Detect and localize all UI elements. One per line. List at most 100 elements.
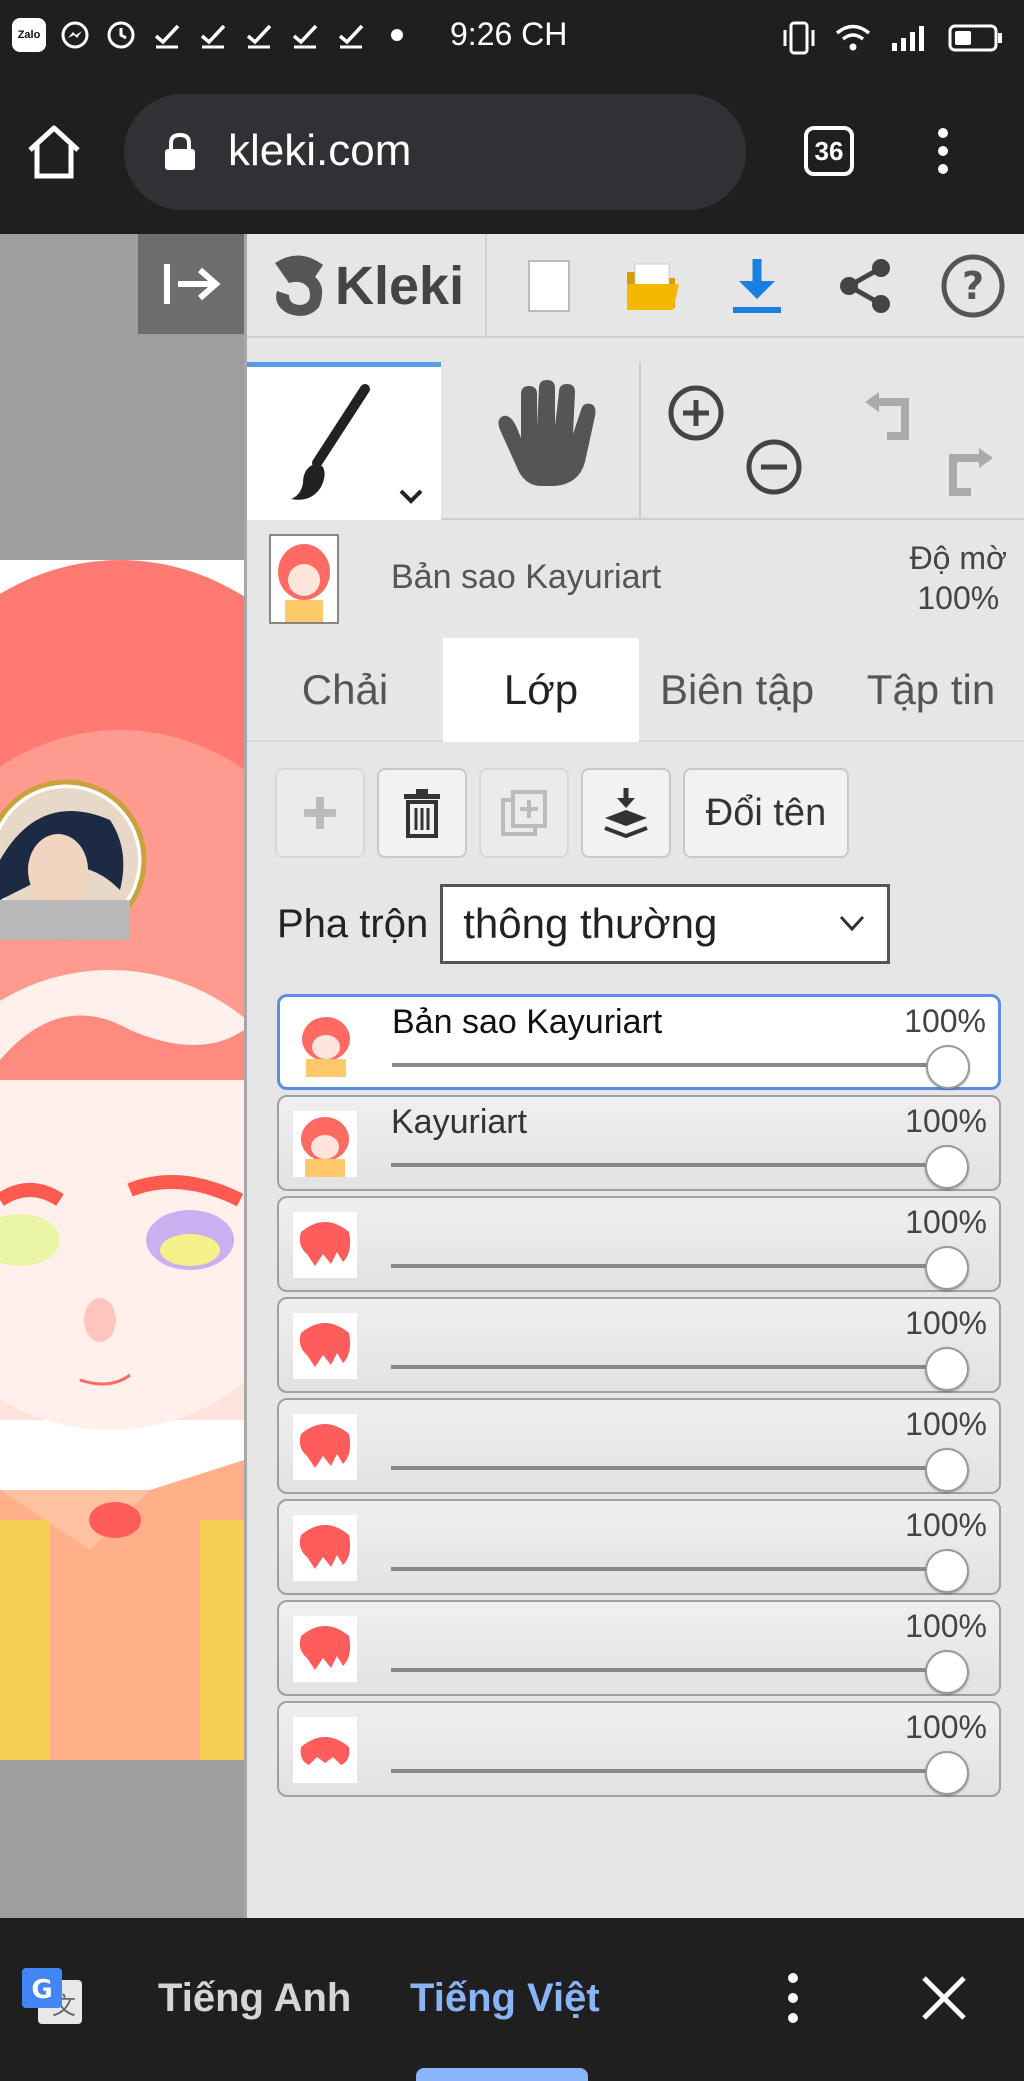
layer-thumbnail xyxy=(293,1313,357,1379)
layer-opacity: 100% xyxy=(905,1507,987,1543)
layer-opacity-slider[interactable] xyxy=(925,1650,969,1694)
current-layer-header: Bản sao Kayuriart Độ mờ 100% xyxy=(247,524,1024,634)
layer-opacity: 100% xyxy=(905,1103,987,1139)
tab-brush[interactable]: Chải xyxy=(247,638,443,742)
share-icon[interactable] xyxy=(827,248,903,324)
address-bar[interactable]: kleki.com xyxy=(124,94,746,210)
layer-name: Kayuriart xyxy=(391,1103,528,1141)
layer-thumbnail xyxy=(293,1515,357,1581)
delete-layer-button[interactable] xyxy=(377,768,467,858)
hand-icon xyxy=(498,380,596,486)
blend-mode-select[interactable]: thông thường xyxy=(440,884,891,964)
toolbar-divider xyxy=(485,234,487,338)
source-language-option[interactable]: Tiếng Anh xyxy=(158,1976,351,2021)
opacity-value: 100% xyxy=(917,580,1000,616)
translate-menu-icon[interactable] xyxy=(776,1970,810,2026)
app-toolbar: Kleki ? xyxy=(247,234,1024,338)
download-icon[interactable] xyxy=(719,248,795,324)
layer-name: Bản sao Kayuriart xyxy=(392,1003,663,1041)
layer-opacity-track xyxy=(391,1264,951,1268)
layer-opacity: 100% xyxy=(905,1608,987,1644)
home-icon[interactable] xyxy=(22,120,86,184)
rename-layer-button[interactable]: Đổi tên xyxy=(683,768,849,858)
current-layer-thumbnail xyxy=(269,534,339,624)
duplicate-layer-button[interactable] xyxy=(479,768,569,858)
layer-opacity: 100% xyxy=(905,1204,987,1240)
layer-opacity-track xyxy=(391,1365,951,1369)
kleki-logo-icon xyxy=(275,255,323,316)
dot-icon xyxy=(380,18,414,52)
add-layer-button[interactable] xyxy=(275,768,365,858)
layer-thumbnail xyxy=(293,1111,357,1177)
brush-icon xyxy=(291,384,423,504)
home-indicator xyxy=(416,2068,588,2081)
signal-icon xyxy=(890,23,930,58)
brush-tool-button[interactable] xyxy=(247,362,441,520)
redo-icon[interactable] xyxy=(939,442,999,503)
kleki-logo[interactable]: Kleki xyxy=(269,250,464,322)
zoom-in-icon[interactable] xyxy=(667,384,725,447)
tab-edit[interactable]: Biên tập xyxy=(639,638,835,742)
layer-opacity-slider[interactable] xyxy=(925,1145,969,1189)
vibrate-icon xyxy=(782,20,816,61)
layer-opacity-track xyxy=(391,1567,951,1571)
layer-item[interactable]: 100% xyxy=(277,1701,1001,1797)
layer-opacity-slider[interactable] xyxy=(925,1246,969,1290)
check-icon xyxy=(288,18,322,52)
url-text: kleki.com xyxy=(228,126,412,175)
clock-icon xyxy=(104,18,138,52)
layer-opacity: 100% xyxy=(904,1003,986,1039)
layer-opacity: 100% xyxy=(905,1406,987,1442)
translate-bar: 文G Tiếng Anh Tiếng Việt xyxy=(0,1918,1024,2081)
check-icon xyxy=(196,18,230,52)
layer-item[interactable]: Kayuriart 100% xyxy=(277,1095,1001,1191)
collapse-panel-button[interactable] xyxy=(138,234,244,334)
zoom-undo-group xyxy=(639,362,1024,520)
layer-opacity-track xyxy=(391,1668,951,1672)
artwork-canvas[interactable] xyxy=(0,560,244,1760)
layer-opacity-slider[interactable] xyxy=(925,1347,969,1391)
layer-item[interactable]: 100% xyxy=(277,1499,1001,1595)
check-icon xyxy=(150,18,184,52)
chevron-down-icon xyxy=(840,915,865,932)
zoom-out-icon[interactable] xyxy=(745,438,803,501)
google-translate-icon[interactable]: 文G xyxy=(20,1966,84,2030)
merge-down-button[interactable] xyxy=(581,768,671,858)
target-language-option[interactable]: Tiếng Việt xyxy=(410,1976,600,2021)
layer-thumbnail xyxy=(293,1212,357,1278)
plus-icon xyxy=(304,797,336,829)
new-file-icon[interactable] xyxy=(511,248,587,324)
hand-tool-button[interactable] xyxy=(443,362,633,520)
layer-item[interactable]: 100% xyxy=(277,1600,1001,1696)
browser-menu-icon[interactable] xyxy=(926,126,960,176)
layer-opacity-slider[interactable] xyxy=(925,1448,969,1492)
layer-opacity-slider[interactable] xyxy=(926,1045,970,1089)
layer-item[interactable]: Bản sao Kayuriart 100% xyxy=(277,994,1001,1090)
tab-switcher-button[interactable]: 36 xyxy=(804,126,854,176)
help-icon[interactable]: ? xyxy=(935,248,1011,324)
trash-icon xyxy=(404,789,440,838)
blend-mode-label: Pha trộn xyxy=(277,901,429,946)
undo-icon[interactable] xyxy=(859,386,919,447)
layer-item[interactable]: 100% xyxy=(277,1196,1001,1292)
zalo-icon: Zalo xyxy=(12,18,46,52)
current-layer-name: Bản sao Kayuriart xyxy=(391,558,662,596)
layer-opacity-slider[interactable] xyxy=(925,1751,969,1795)
layer-opacity: 100% xyxy=(905,1305,987,1341)
tab-file[interactable]: Tập tin xyxy=(835,638,1024,742)
check-icon xyxy=(334,18,368,52)
layer-item[interactable]: 100% xyxy=(277,1297,1001,1393)
blend-mode-value: thông thường xyxy=(463,900,718,947)
layer-actions: Đổi tên xyxy=(275,768,849,858)
clock-time: 9:26 CH xyxy=(450,16,568,52)
svg-text:G: G xyxy=(31,1975,52,2005)
layer-opacity-slider[interactable] xyxy=(925,1549,969,1593)
current-layer-opacity: Độ mờ 100% xyxy=(910,538,1007,618)
battery-icon xyxy=(948,23,1004,58)
close-icon[interactable] xyxy=(918,1972,970,2024)
drawing-canvas-area[interactable] xyxy=(0,234,244,1918)
tab-layers[interactable]: Lớp xyxy=(443,638,639,742)
layer-item[interactable]: 100% xyxy=(277,1398,1001,1494)
status-bar: Zalo 9:26 CH xyxy=(0,0,1024,74)
open-folder-icon[interactable] xyxy=(615,248,691,324)
